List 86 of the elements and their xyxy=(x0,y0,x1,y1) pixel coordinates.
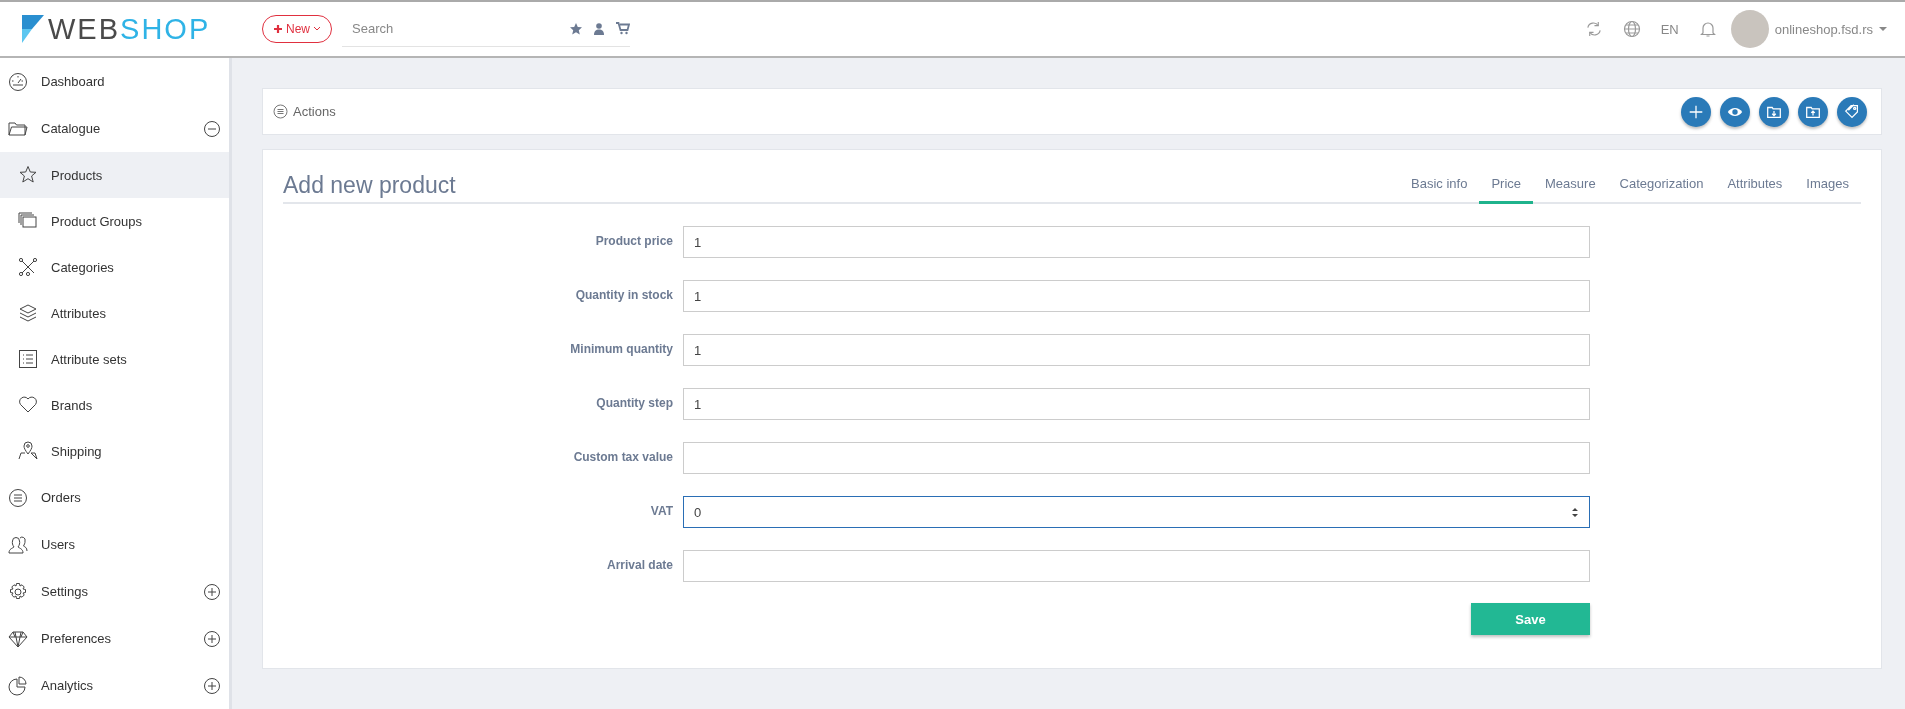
network-icon xyxy=(18,257,38,277)
menu-icon xyxy=(273,104,288,119)
number-field[interactable]: 0 xyxy=(683,496,1590,528)
sidebar-label: Attribute sets xyxy=(51,351,127,367)
bell-icon xyxy=(1698,20,1717,38)
sidebar-label: Dashboard xyxy=(41,74,105,89)
field-label: Arrival date xyxy=(605,557,673,574)
folder-download-button[interactable] xyxy=(1759,96,1789,127)
sidebar-item[interactable]: Catalogue xyxy=(0,105,229,152)
language-selector[interactable]: EN xyxy=(1660,21,1679,37)
logo-text: WEB xyxy=(48,14,121,44)
sidebar-label: Shipping xyxy=(51,443,102,459)
star-icon xyxy=(18,165,38,185)
dashboard-icon xyxy=(8,71,28,92)
tab[interactable]: Basic info xyxy=(1399,176,1480,204)
sidebar-item[interactable]: Products xyxy=(0,152,229,198)
layers-icon xyxy=(18,303,38,323)
list-icon xyxy=(18,349,38,369)
input-field[interactable]: 1 xyxy=(683,388,1590,420)
field-label: Quantity step xyxy=(595,395,673,412)
gear-icon xyxy=(8,581,28,602)
sidebar-item[interactable]: Preferences xyxy=(0,615,229,662)
input-field[interactable]: 1 xyxy=(683,226,1590,258)
refresh-icon xyxy=(1584,20,1603,38)
sidebar-label: Users xyxy=(41,537,75,552)
page-title: Add new product xyxy=(283,172,456,199)
tags-button[interactable] xyxy=(1837,96,1867,127)
tab[interactable]: Categorization xyxy=(1607,176,1716,204)
tab[interactable]: Attributes xyxy=(1715,176,1795,204)
spinner-icon xyxy=(1571,506,1579,518)
sidebar-item[interactable]: Shipping xyxy=(0,428,229,474)
sidebar-label: Categories xyxy=(51,259,114,275)
input-field[interactable]: 1 xyxy=(683,280,1590,312)
sidebar-item[interactable]: Attribute sets xyxy=(0,336,229,382)
map-pin-icon xyxy=(18,441,38,461)
sidebar-label: Settings xyxy=(41,584,88,599)
sidebar-item[interactable]: Analytics xyxy=(0,662,229,709)
tags-icon xyxy=(1843,102,1861,121)
sidebar-item[interactable]: Dashboard xyxy=(0,58,229,105)
new-button[interactable]: New xyxy=(262,15,332,43)
sidebar-label: Product Groups xyxy=(51,213,143,229)
list-icon xyxy=(8,487,28,508)
pie-chart-icon xyxy=(8,675,28,696)
sidebar-label: Attributes xyxy=(51,305,106,321)
plus-icon xyxy=(273,24,283,34)
heart-icon xyxy=(18,395,38,415)
folder-upload-button[interactable] xyxy=(1798,96,1828,127)
actions-label: Actions xyxy=(293,104,336,119)
sidebar-item[interactable]: Orders xyxy=(0,474,229,521)
logo-text: SHOP xyxy=(120,14,211,44)
sidebar-item[interactable]: Brands xyxy=(0,382,229,428)
sidebar-label: Preferences xyxy=(41,631,112,646)
cart-icon xyxy=(616,22,630,35)
input-field[interactable] xyxy=(683,550,1590,582)
user-name[interactable]: onlineshop.fsd.rs xyxy=(1774,21,1873,37)
tab[interactable]: Measure xyxy=(1533,176,1608,204)
diamond-icon xyxy=(8,628,28,649)
caret-icon xyxy=(313,26,321,32)
star-icon xyxy=(570,22,582,35)
sidebar-item[interactable]: Product Groups xyxy=(0,198,229,244)
sidebar-label: Catalogue xyxy=(41,121,101,136)
input-field[interactable] xyxy=(683,442,1590,474)
user-icon xyxy=(594,22,604,35)
caret-icon xyxy=(1879,26,1887,32)
stacked-windows-icon xyxy=(18,211,38,231)
globe-icon xyxy=(1622,20,1641,38)
sidebar-label: Products xyxy=(51,167,103,183)
tab[interactable]: Price xyxy=(1479,176,1534,204)
field-label: Custom tax value xyxy=(572,449,673,466)
sidebar-label: Brands xyxy=(51,397,93,413)
field-label: VAT xyxy=(649,503,673,520)
input-field[interactable]: 1 xyxy=(683,334,1590,366)
sidebar-item[interactable]: Users xyxy=(0,521,229,568)
sidebar-label: Analytics xyxy=(41,678,94,693)
add-button[interactable] xyxy=(1681,96,1711,127)
sidebar-item[interactable]: Attributes xyxy=(0,290,229,336)
field-label: Minimum quantity xyxy=(569,341,673,358)
sidebar-item[interactable]: Categories xyxy=(0,244,229,290)
sidebar-item[interactable]: Settings xyxy=(0,568,229,615)
tab[interactable]: Images xyxy=(1794,176,1861,204)
users-icon xyxy=(8,534,28,555)
eye-button[interactable] xyxy=(1720,96,1750,127)
field-label: Product price xyxy=(594,233,673,250)
sidebar-label: Orders xyxy=(41,490,81,505)
logo-icon xyxy=(22,15,44,43)
field-label: Quantity in stock xyxy=(574,287,673,304)
